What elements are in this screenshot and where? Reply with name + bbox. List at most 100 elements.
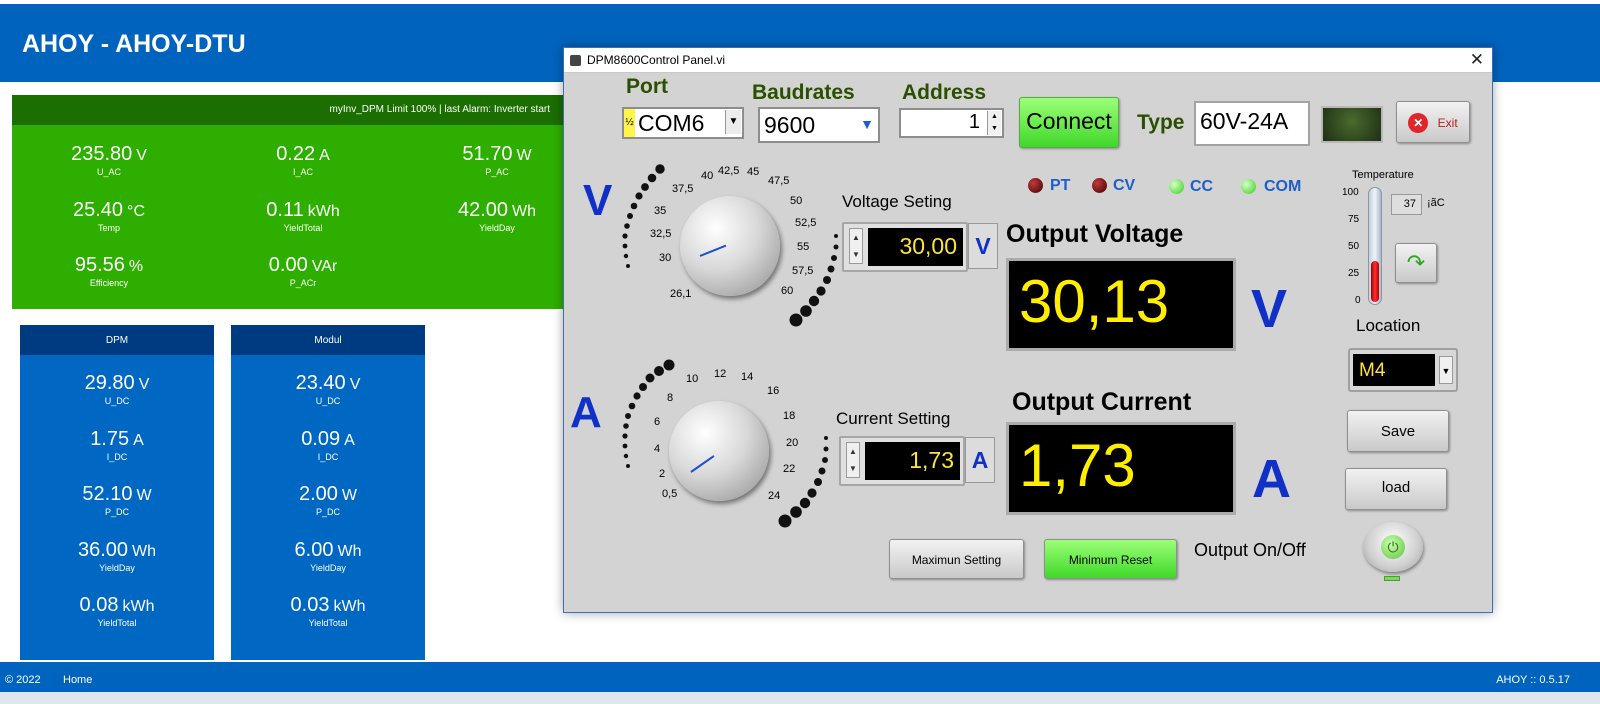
value: 36.00 [77, 539, 129, 561]
current-setting-unit: A [965, 437, 995, 483]
label: U_DC [104, 396, 130, 406]
output-current-display: 1,73 [1006, 422, 1236, 515]
label: YieldTotal [308, 618, 348, 628]
label: P_DC [104, 507, 129, 517]
unit: Wh [132, 543, 157, 560]
save-button[interactable]: Save [1347, 410, 1449, 452]
voltage-symbol: V [583, 176, 613, 225]
label: YieldDay [99, 563, 135, 573]
value: 0.03 [290, 594, 330, 616]
value: 0.11 [266, 199, 304, 221]
current-knob[interactable] [669, 401, 769, 501]
cv-led-label: CV [1113, 177, 1136, 194]
page-title: AHOY - AHOY-DTU [22, 30, 246, 58]
exit-label: Exit [1437, 116, 1458, 130]
dpm-card-title: DPM [20, 325, 214, 355]
window-title: DPM8600Control Panel.vi [587, 53, 726, 67]
spin-down-icon[interactable]: ▼ [988, 123, 1001, 135]
dpm-value-i-dc: 1.75 A I_DC [20, 428, 214, 462]
window-close-icon[interactable]: ✕ [1470, 50, 1484, 70]
connection-status-lamp [1321, 106, 1383, 143]
maximum-setting-button[interactable]: Maximun Setting [889, 539, 1024, 579]
voltage-setting-control[interactable]: ▲ ▼ 30,00 [842, 222, 968, 272]
voltage-knob[interactable] [680, 196, 780, 296]
version-label: AHOY :: 0.5.17 [1496, 674, 1570, 686]
temperature-tick: 0 [1355, 295, 1361, 306]
location-label: Location [1356, 316, 1421, 335]
baudrates-select[interactable]: 9600 ▼ [758, 107, 880, 143]
port-select[interactable]: ½ COM6 ▼ [622, 107, 744, 139]
voltage-knob-dial[interactable]: 26,1 30 32,5 35 37,5 40 42,5 45 47,5 50 … [614, 156, 844, 341]
label: YieldTotal [283, 223, 323, 233]
unit: V [138, 376, 150, 393]
com-led-label: COM [1264, 178, 1302, 195]
thermometer-tube [1368, 187, 1382, 305]
inverter-header: myInv_DPM Limit 100% | last Alarm: Inver… [12, 95, 572, 125]
thermometer-fill [1371, 261, 1379, 302]
voltage-setting-value[interactable]: 30,00 [868, 228, 963, 266]
home-link[interactable]: Home [63, 674, 92, 686]
dropdown-arrow-icon[interactable]: ▼ [1439, 356, 1453, 384]
unit: W [136, 487, 152, 504]
spin-up-icon[interactable]: ▲ [988, 111, 1001, 123]
exit-button[interactable]: ✕ Exit [1396, 101, 1470, 143]
unit: A [133, 432, 144, 449]
spin-down-icon[interactable]: ▼ [847, 460, 859, 477]
current-setting-control[interactable]: ▲ ▼ 1,73 [839, 436, 965, 486]
control-panel-window: DPM8600Control Panel.vi ✕ Port ½ COM6 ▼ … [563, 47, 1493, 613]
cc-led-label: CC [1190, 178, 1214, 195]
address-spinner[interactable]: ▲ ▼ [987, 111, 1001, 135]
load-button[interactable]: load [1345, 468, 1447, 510]
window-titlebar[interactable]: DPM8600Control Panel.vi ✕ [564, 48, 1492, 73]
power-icon: ⏻ [1381, 535, 1405, 559]
address-input[interactable]: 1 ▲ ▼ [899, 108, 1004, 138]
modul-value-yieldday: 6.00 Wh YieldDay [231, 539, 425, 573]
dpm-value-p-dc: 52.10 W P_DC [20, 483, 214, 517]
spin-down-icon[interactable]: ▼ [850, 246, 862, 263]
temperature-tick: 25 [1348, 268, 1360, 279]
value: 0.00 [268, 254, 308, 276]
current-setting-value[interactable]: 1,73 [865, 442, 960, 480]
spin-up-icon[interactable]: ▲ [847, 443, 859, 460]
unit: V [349, 376, 361, 393]
labview-app-icon [570, 55, 581, 66]
type-value: 60V-24A [1194, 101, 1310, 146]
voltage-setting-spinner[interactable]: ▲ ▼ [849, 228, 863, 264]
current-knob-dial[interactable]: 0,5 2 4 6 8 10 12 14 16 18 20 22 24 [614, 358, 844, 543]
label: P_ACr [289, 278, 317, 288]
value: 23.40 [295, 372, 346, 394]
current-setting-label: Current Setting [836, 409, 951, 428]
current-setting-spinner[interactable]: ▲ ▼ [846, 442, 860, 478]
dropdown-arrow-icon[interactable]: ▼ [860, 116, 874, 132]
temperature-tick: 75 [1348, 214, 1360, 225]
output-power-switch[interactable]: ⏻ [1363, 522, 1423, 572]
com-led [1241, 179, 1256, 194]
dpm-value-yieldday: 36.00 Wh YieldDay [20, 539, 214, 573]
cc-led [1169, 179, 1184, 194]
label: U_DC [315, 396, 341, 406]
port-visa-icon: ½ [624, 109, 635, 137]
current-symbol: A [570, 388, 602, 437]
refresh-button[interactable]: ↷ [1395, 243, 1437, 283]
dropdown-arrow-icon[interactable]: ▼ [725, 110, 741, 134]
value: 51.70 [462, 143, 513, 165]
inverter-card: myInv_DPM Limit 100% | last Alarm: Inver… [12, 95, 572, 309]
spin-up-icon[interactable]: ▲ [850, 229, 862, 246]
unit: Wh [512, 203, 537, 220]
output-current-label: Output Current [1012, 388, 1192, 416]
connect-button[interactable]: Connect [1019, 97, 1119, 148]
value: 1.75 [90, 428, 130, 450]
port-label: Port [626, 75, 668, 98]
temperature-unit: ¡ãC [1427, 197, 1445, 209]
label: I_DC [106, 452, 128, 462]
inverter-value-efficiency: 95.56% Efficiency [12, 254, 206, 288]
minimum-reset-button[interactable]: Minimum Reset [1044, 539, 1177, 579]
location-select[interactable]: M4 ▼ [1348, 348, 1458, 392]
current-knob-pointer [690, 455, 715, 473]
temperature-value: 37 [1391, 194, 1422, 215]
value: 95.56 [74, 254, 125, 276]
output-voltage-label: Output Voltage [1006, 220, 1184, 248]
value: 0.08 [79, 594, 119, 616]
cv-led [1092, 178, 1107, 193]
port-value: COM6 [638, 110, 705, 136]
